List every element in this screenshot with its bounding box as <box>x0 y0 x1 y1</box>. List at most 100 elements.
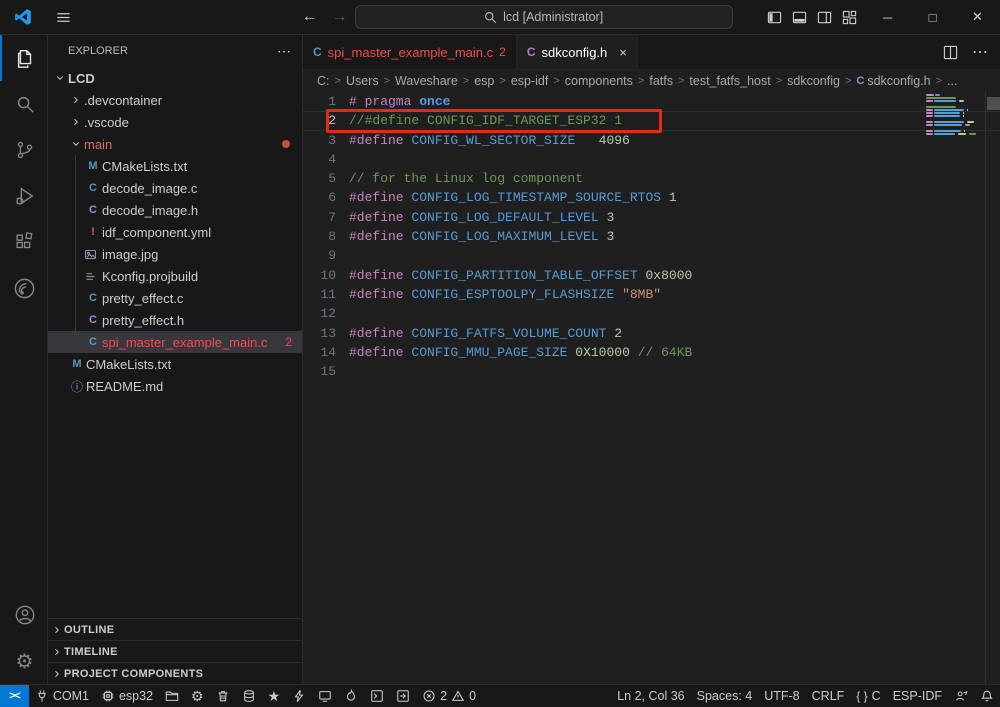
status-full-clean[interactable] <box>210 685 236 707</box>
close-icon[interactable]: × <box>619 45 627 60</box>
breadcrumb-tail[interactable]: ... <box>947 74 957 88</box>
code-line-6[interactable]: 6#define CONFIG_LOG_TIMESTAMP_SOURCE_RTO… <box>303 188 1000 207</box>
section-outline[interactable]: OUTLINE <box>48 618 302 640</box>
activity-run-debug[interactable] <box>0 173 47 219</box>
tree-item-decode-image-c[interactable]: Cdecode_image.c <box>48 177 302 199</box>
breadcrumb-file[interactable]: sdkconfig.h <box>867 74 930 88</box>
tab-sdkconfig-h[interactable]: Csdkconfig.h× <box>517 35 638 69</box>
breadcrumb-item[interactable]: esp <box>474 74 494 88</box>
toggle-sidebar-icon[interactable] <box>767 10 782 25</box>
tree-item--vscode[interactable]: .vscode <box>48 111 302 133</box>
code-line-7[interactable]: 7#define CONFIG_LOG_DEFAULT_LEVEL 3 <box>303 208 1000 227</box>
status-feedback[interactable] <box>948 685 974 707</box>
toggle-panel-icon[interactable] <box>792 10 807 25</box>
activity-extensions[interactable] <box>0 219 47 265</box>
activity-espressif[interactable] <box>0 265 47 311</box>
bolt-icon <box>292 689 306 703</box>
code-line-12[interactable]: 12 <box>303 304 1000 323</box>
command-center-search[interactable]: lcd [Administrator] <box>355 5 733 29</box>
toggle-secondary-sidebar-icon[interactable] <box>817 10 832 25</box>
status-label: UTF-8 <box>764 689 799 703</box>
activity-settings[interactable]: ⚙ <box>0 638 47 684</box>
code-line-2[interactable]: 2//#define CONFIG_IDF_TARGET_ESP32 1 <box>303 111 1000 130</box>
status-cursor-position[interactable]: Ln 2, Col 36 <box>611 685 690 707</box>
split-editor-icon[interactable] <box>943 45 958 60</box>
tree-item-readme-md[interactable]: ⓘREADME.md <box>48 375 302 397</box>
tab-spi-master-example-main-c[interactable]: Cspi_master_example_main.c2 <box>303 35 517 69</box>
code-line-13[interactable]: 13#define CONFIG_FATFS_VOLUME_COUNT 2 <box>303 324 1000 343</box>
customize-layout-icon[interactable] <box>842 10 857 25</box>
activity-source-control[interactable] <box>0 127 47 173</box>
status-indentation[interactable]: Spaces: 4 <box>691 685 759 707</box>
code-editor[interactable]: 1# pragma once2//#define CONFIG_IDF_TARG… <box>303 92 1000 684</box>
breadcrumb-item[interactable]: fatfs <box>649 74 673 88</box>
menu-icon[interactable] <box>46 10 80 25</box>
status-esp-idf-version[interactable]: ESP-IDF <box>887 685 948 707</box>
status-open-idf[interactable] <box>390 685 416 707</box>
activity-accounts[interactable] <box>0 592 47 638</box>
activity-explorer[interactable] <box>0 35 47 81</box>
status-erase-flash[interactable] <box>236 685 262 707</box>
breadcrumb-item[interactable]: test_fatfs_host <box>689 74 770 88</box>
breadcrumb-item[interactable]: Waveshare <box>395 74 458 88</box>
code-line-3[interactable]: 3#define CONFIG_WL_SECTOR_SIZE 4096 <box>303 131 1000 150</box>
breadcrumb-item[interactable]: Users <box>346 74 379 88</box>
tree-item-main[interactable]: main <box>48 133 302 155</box>
status-esp-target[interactable]: esp32 <box>95 685 159 707</box>
close-button[interactable]: ✕ <box>955 0 1000 35</box>
status-terminal[interactable] <box>364 685 390 707</box>
maximize-button[interactable]: □ <box>910 0 955 35</box>
tree-item-image-jpg[interactable]: image.jpg <box>48 243 302 265</box>
status-build-flash-monitor[interactable] <box>338 685 364 707</box>
tree-item-pretty-effect-c[interactable]: Cpretty_effect.c <box>48 287 302 309</box>
status-menuconfig[interactable]: ⚙ <box>185 685 210 707</box>
status-remote-host[interactable]: >< <box>0 685 29 707</box>
code-line-9[interactable]: 9 <box>303 246 1000 265</box>
code-line-10[interactable]: 10#define CONFIG_PARTITION_TABLE_OFFSET … <box>303 266 1000 285</box>
file-type-icon: M <box>68 358 86 370</box>
breadcrumb-item[interactable]: esp-idf <box>511 74 549 88</box>
status-notifications[interactable] <box>974 685 1000 707</box>
tree-item-kconfig-projbuild[interactable]: Kconfig.projbuild <box>48 265 302 287</box>
breadcrumb-item[interactable]: components <box>565 74 633 88</box>
tree-item-spi-master-example-main-c[interactable]: Cspi_master_example_main.c2 <box>48 331 302 353</box>
section-timeline[interactable]: TIMELINE <box>48 640 302 662</box>
file-type-icon <box>84 270 102 283</box>
tree-item-idf-component-yml[interactable]: !idf_component.yml <box>48 221 302 243</box>
code-line-14[interactable]: 14#define CONFIG_MMU_PAGE_SIZE 0X10000 /… <box>303 343 1000 362</box>
forward-button[interactable]: → <box>325 8 355 26</box>
status-flash[interactable] <box>286 685 312 707</box>
line-text: //#define CONFIG_IDF_TARGET_ESP32 1 <box>349 111 622 130</box>
tree-item-cmakelists-txt[interactable]: MCMakeLists.txt <box>48 353 302 375</box>
section-project-components[interactable]: PROJECT COMPONENTS <box>48 662 302 684</box>
code-line-8[interactable]: 8#define CONFIG_LOG_MAXIMUM_LEVEL 3 <box>303 227 1000 246</box>
tree-item-pretty-effect-h[interactable]: Cpretty_effect.h <box>48 309 302 331</box>
file-type-icon: M <box>84 160 102 172</box>
activity-search[interactable] <box>0 81 47 127</box>
status-encoding[interactable]: UTF-8 <box>758 685 805 707</box>
code-line-4[interactable]: 4 <box>303 150 1000 169</box>
tree-item-cmakelists-txt[interactable]: MCMakeLists.txt <box>48 155 302 177</box>
code-line-1[interactable]: 1# pragma once <box>303 92 1000 111</box>
breadcrumb-item[interactable]: sdkconfig <box>787 74 840 88</box>
tree-item-lcd[interactable]: LCD <box>48 67 302 89</box>
editor-more-actions-icon[interactable]: ⋯ <box>972 42 988 62</box>
minimap[interactable] <box>926 94 980 139</box>
back-button[interactable]: ← <box>295 8 325 26</box>
status-build[interactable]: ★ <box>262 685 287 707</box>
status-select-project[interactable] <box>159 685 185 707</box>
status-monitor[interactable] <box>312 685 338 707</box>
status-serial-port[interactable]: COM1 <box>29 685 95 707</box>
scrollbar[interactable] <box>985 92 1000 684</box>
code-line-11[interactable]: 11#define CONFIG_ESPTOOLPY_FLASHSIZE "8M… <box>303 285 1000 304</box>
breadcrumb-item[interactable]: C: <box>317 74 330 88</box>
status-eol[interactable]: CRLF <box>806 685 851 707</box>
explorer-more-actions-icon[interactable]: ⋯ <box>277 43 292 60</box>
tree-item-decode-image-h[interactable]: Cdecode_image.h <box>48 199 302 221</box>
status-language-mode[interactable]: { }C <box>850 685 886 707</box>
code-line-15[interactable]: 15 <box>303 362 1000 381</box>
code-line-5[interactable]: 5// for the Linux log component <box>303 169 1000 188</box>
minimize-button[interactable]: ─ <box>865 0 910 35</box>
status-problems[interactable]: 20 <box>416 685 482 707</box>
tree-item--devcontainer[interactable]: .devcontainer <box>48 89 302 111</box>
